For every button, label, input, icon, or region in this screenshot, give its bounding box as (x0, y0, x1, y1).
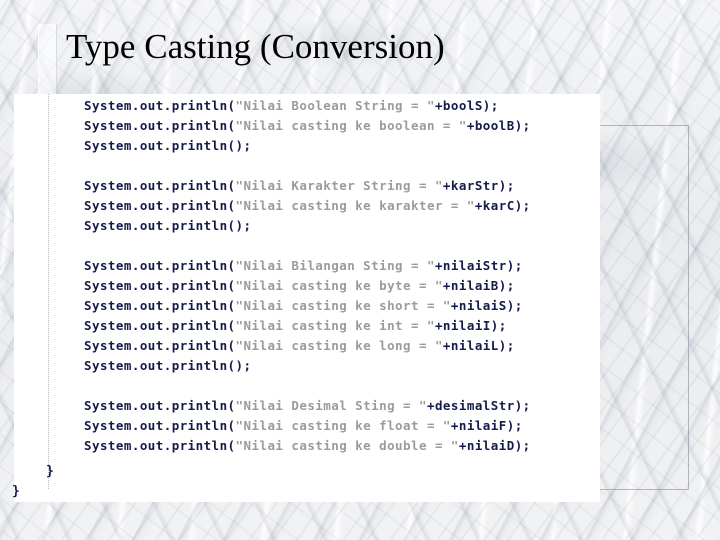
code-block: System.out.println("Nilai Boolean String… (84, 96, 604, 456)
closing-brace-method: } (46, 464, 54, 479)
code-statement-prefix: System.out.println( (84, 438, 236, 453)
slide-canvas: Type Casting (Conversion) System.out.pri… (0, 0, 720, 540)
code-line: System.out.println(); (84, 216, 604, 236)
code-line: System.out.println("Nilai casting ke flo… (84, 416, 604, 436)
code-line: System.out.println("Nilai casting ke byt… (84, 276, 604, 296)
code-statement-prefix: System.out.println( (84, 278, 236, 293)
code-statement-prefix: System.out.println( (84, 318, 236, 333)
code-string-literal: "Nilai Boolean String = " (235, 98, 435, 113)
code-statement-suffix: +nilaiB); (442, 278, 515, 293)
code-string-literal: "Nilai casting ke float = " (235, 418, 451, 433)
code-statement-suffix: +boolS); (434, 98, 499, 113)
code-string-literal: "Nilai casting ke long = " (235, 338, 443, 353)
code-statement-suffix: +boolB); (466, 118, 531, 133)
indentation-guide-line (48, 94, 49, 489)
code-statement-suffix: +nilaiF); (450, 418, 523, 433)
code-string-literal: "Nilai Karakter String = " (235, 178, 443, 193)
code-string-literal: "Nilai casting ke boolean = " (235, 118, 467, 133)
code-string-literal: "Nilai casting ke karakter = " (235, 198, 475, 213)
code-statement-prefix: System.out.println( (84, 218, 236, 233)
code-line: System.out.println("Nilai casting ke kar… (84, 196, 604, 216)
code-line: System.out.println("Nilai Karakter Strin… (84, 176, 604, 196)
code-statement-suffix: ); (235, 218, 252, 233)
code-statement-suffix: ); (235, 358, 252, 373)
code-string-literal: "Nilai casting ke double = " (235, 438, 459, 453)
code-line: System.out.println("Nilai Desimal Sting … (84, 396, 604, 416)
code-statement-prefix: System.out.println( (84, 178, 236, 193)
code-line: System.out.println("Nilai casting ke int… (84, 316, 604, 336)
code-statement-suffix: +nilaiL); (442, 338, 515, 353)
code-statement-suffix: +karStr); (442, 178, 515, 193)
code-string-literal: "Nilai Desimal Sting = " (235, 398, 427, 413)
code-line: System.out.println("Nilai casting ke dou… (84, 436, 604, 456)
closing-brace-class: } (12, 484, 20, 499)
code-line: System.out.println("Nilai casting ke lon… (84, 336, 604, 356)
code-line: System.out.println("Nilai Bilangan Sting… (84, 256, 604, 276)
code-statement-suffix: +nilaiI); (434, 318, 507, 333)
code-string-literal: "Nilai casting ke short = " (235, 298, 451, 313)
code-statement-prefix: System.out.println( (84, 258, 236, 273)
code-statement-prefix: System.out.println( (84, 418, 236, 433)
code-string-literal: "Nilai casting ke int = " (235, 318, 435, 333)
empty-content-placeholder-frame (598, 125, 689, 490)
code-statement-prefix: System.out.println( (84, 398, 236, 413)
code-statement-prefix: System.out.println( (84, 358, 236, 373)
code-line: System.out.println(); (84, 356, 604, 376)
code-statement-suffix: ); (235, 138, 252, 153)
code-panel: System.out.println("Nilai Boolean String… (14, 94, 600, 502)
code-line: System.out.println("Nilai Boolean String… (84, 96, 604, 116)
code-statement-suffix: +desimalStr); (426, 398, 531, 413)
code-string-literal: "Nilai Bilangan Sting = " (235, 258, 435, 273)
code-string-literal: "Nilai casting ke byte = " (235, 278, 443, 293)
code-statement-prefix: System.out.println( (84, 138, 236, 153)
code-statement-suffix: +karC); (474, 198, 531, 213)
code-statement-prefix: System.out.println( (84, 338, 236, 353)
code-statement-prefix: System.out.println( (84, 198, 236, 213)
code-statement-suffix: +nilaiStr); (434, 258, 523, 273)
code-line: System.out.println("Nilai casting ke sho… (84, 296, 604, 316)
code-line: System.out.println(); (84, 136, 604, 156)
page-title: Type Casting (Conversion) (66, 27, 445, 66)
code-statement-prefix: System.out.println( (84, 98, 236, 113)
code-statement-suffix: +nilaiS); (450, 298, 523, 313)
code-statement-suffix: +nilaiD); (458, 438, 531, 453)
title-accent-bar (38, 24, 57, 96)
code-line: System.out.println("Nilai casting ke boo… (84, 116, 604, 136)
code-statement-prefix: System.out.println( (84, 118, 236, 133)
code-statement-prefix: System.out.println( (84, 298, 236, 313)
